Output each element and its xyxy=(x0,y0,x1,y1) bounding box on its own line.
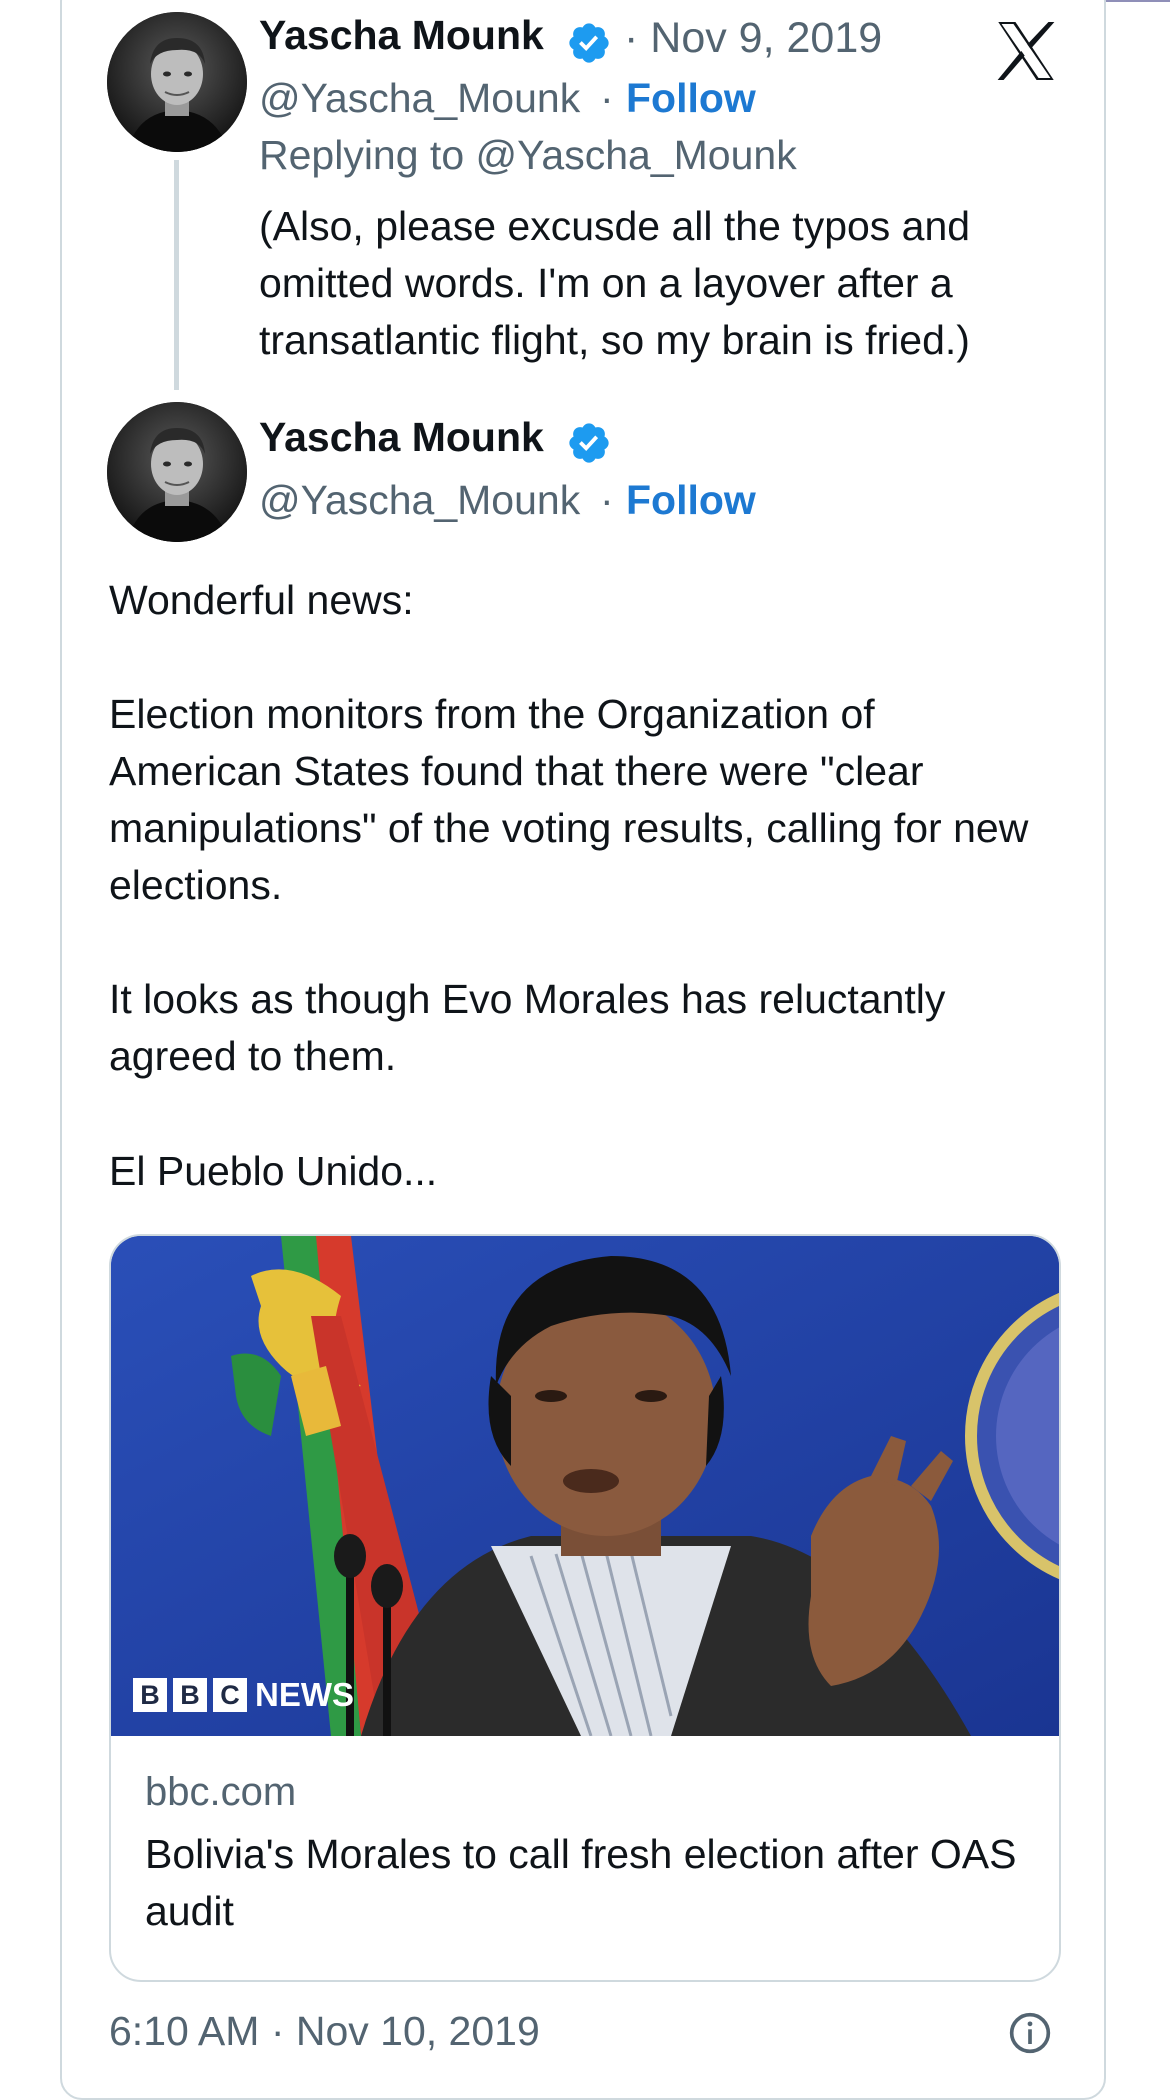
avatar[interactable] xyxy=(107,402,247,542)
tweet-paragraph: El Pueblo Unido... xyxy=(109,1148,438,1194)
tweet-paragraph: Election monitors from the Organization … xyxy=(109,691,1029,908)
author-handle[interactable]: @Yascha_Mounk xyxy=(259,477,580,524)
watermark-letter: C xyxy=(213,1678,247,1712)
tweet-paragraph: Wonderful news: xyxy=(109,577,414,623)
verified-badge-icon xyxy=(569,23,609,63)
avatar[interactable] xyxy=(107,12,247,152)
watermark-letter: B xyxy=(133,1678,167,1712)
watermark-word: NEWS xyxy=(255,1676,354,1713)
verified-badge-icon xyxy=(569,423,609,463)
author-handle[interactable]: @Yascha_Mounk xyxy=(259,75,580,122)
tweet-date[interactable]: · Nov 9, 2019 xyxy=(624,14,882,63)
follow-button[interactable]: Follow xyxy=(626,75,756,122)
author-name[interactable]: Yascha Mounk xyxy=(259,414,544,461)
link-domain[interactable]: bbc.com xyxy=(145,1770,296,1815)
link-title[interactable]: Bolivia's Morales to call fresh election… xyxy=(145,1826,1025,1940)
watermark-letter: B xyxy=(173,1678,207,1712)
info-icon[interactable] xyxy=(1008,2011,1052,2055)
x-logo-icon[interactable] xyxy=(993,18,1059,84)
reply-tweet-text: (Also, please excusde all the typos and … xyxy=(259,203,971,363)
bbc-news-watermark: B B C NEWS xyxy=(133,1676,354,1714)
tweet-paragraph: It looks as though Evo Morales has reluc… xyxy=(109,976,946,1079)
separator-dot: · xyxy=(600,75,614,121)
follow-button[interactable]: Follow xyxy=(626,477,756,524)
tweet-timestamp[interactable]: 6:10 AM · Nov 10, 2019 xyxy=(109,2008,540,2055)
replying-to-label[interactable]: Replying to @Yascha_Mounk xyxy=(259,132,797,179)
link-preview-card[interactable]: B B C NEWS bbc.com Bolivia's Morales to … xyxy=(109,1234,1061,1982)
separator-dot: · xyxy=(600,477,614,523)
thread-connector-line xyxy=(174,160,179,390)
author-name[interactable]: Yascha Mounk xyxy=(259,12,544,59)
link-preview-image[interactable]: B B C NEWS xyxy=(111,1236,1059,1736)
